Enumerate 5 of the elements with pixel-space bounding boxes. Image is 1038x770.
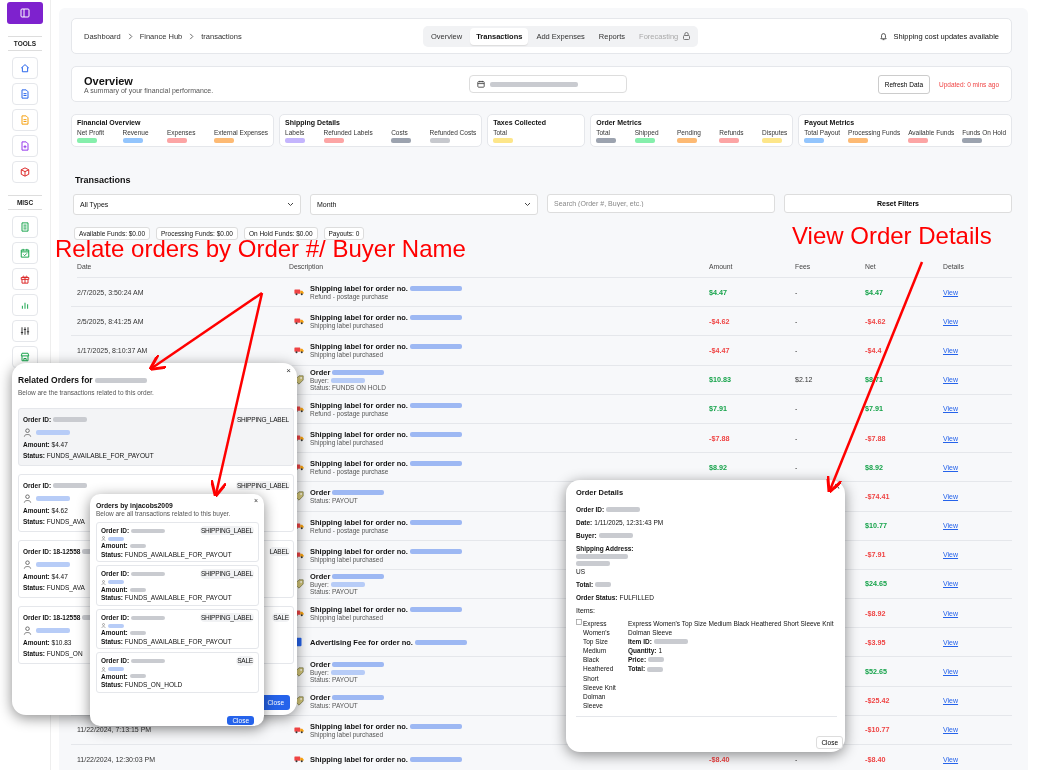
overview-title: Overview [84, 74, 134, 87]
annotation-text: Relate orders by Order #/ Buyer Name [55, 237, 466, 261]
section-title: Transactions [75, 175, 132, 185]
annotation-text: View Order Details [792, 224, 992, 248]
dialog-title: Related Orders for [18, 375, 93, 385]
